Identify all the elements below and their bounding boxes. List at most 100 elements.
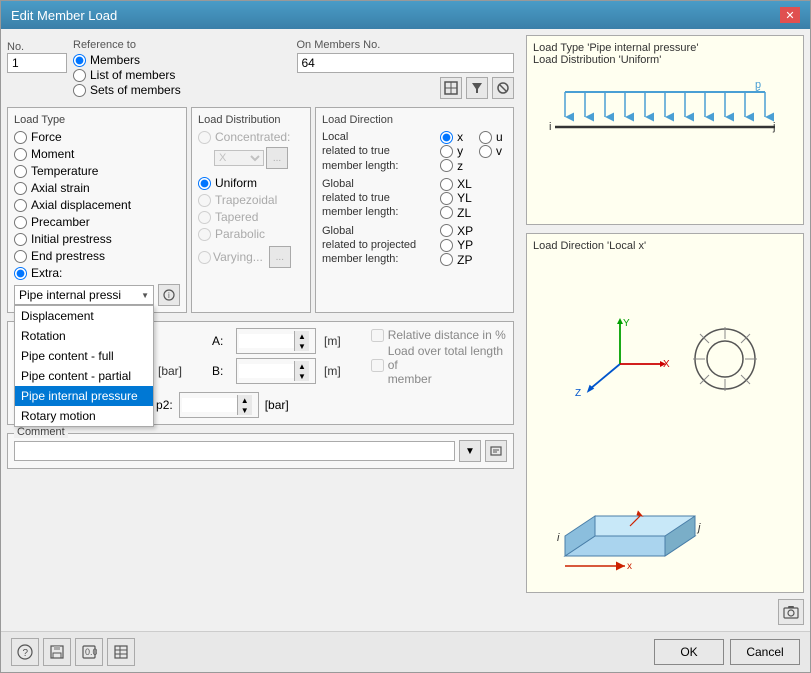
radio-moment[interactable] <box>14 148 27 161</box>
ok-button[interactable]: OK <box>654 639 724 665</box>
comment-dropdown-btn[interactable]: ▼ <box>459 440 481 462</box>
on-members-label: On Members No. <box>297 39 515 51</box>
extra-dropdown-display[interactable]: Pipe internal pressi ▼ <box>14 285 154 305</box>
radio-force[interactable] <box>14 131 27 144</box>
radio-dir-y[interactable] <box>440 145 453 158</box>
ltype-axial-strain-label: Axial strain <box>31 181 90 195</box>
relative-distance-check <box>371 329 384 342</box>
radio-temperature[interactable] <box>14 165 27 178</box>
radio-dir-z[interactable] <box>440 159 453 172</box>
extra-info-btn[interactable]: i <box>158 284 180 306</box>
preview-line1: Load Type 'Pipe internal pressure' <box>533 42 797 54</box>
table-btn[interactable] <box>107 638 135 666</box>
b-down-arrow[interactable]: ▼ <box>295 371 309 381</box>
a-input[interactable] <box>239 334 294 348</box>
ltype-temperature-label: Temperature <box>31 164 98 178</box>
a-down-arrow[interactable]: ▼ <box>295 341 309 351</box>
radio-dir-u[interactable] <box>479 131 492 144</box>
svg-text:?: ? <box>23 648 29 659</box>
ltype-precamber-label: Precamber <box>31 215 90 229</box>
dir-x-label: x <box>457 130 463 144</box>
extra-dropdown-value: Pipe internal pressi <box>19 288 121 302</box>
radio-end-prestress[interactable] <box>14 250 27 263</box>
on-members-input[interactable] <box>297 53 515 73</box>
ldist-uniform-label: Uniform <box>215 176 257 190</box>
b-up-arrow[interactable]: ▲ <box>295 361 309 371</box>
radio-dir-yl[interactable] <box>440 192 453 205</box>
radio-axial-strain[interactable] <box>14 182 27 195</box>
preview-line2: Load Distribution 'Uniform' <box>533 54 797 66</box>
dropdown-item-displacement[interactable]: Displacement <box>15 306 153 326</box>
edit-member-load-dialog: Edit Member Load ✕ No. Reference to Memb… <box>0 0 811 673</box>
dropdown-item-pipe-full[interactable]: Pipe content - full <box>15 346 153 366</box>
dropdown-item-pipe-internal[interactable]: Pipe internal pressure <box>15 386 153 406</box>
member-filter-btn[interactable] <box>466 77 488 99</box>
svg-text:x: x <box>627 561 632 572</box>
global-true-label: Globalrelated to truemember length: <box>322 177 434 220</box>
radio-uniform[interactable] <box>198 177 211 190</box>
a-up-arrow[interactable]: ▲ <box>295 331 309 341</box>
dir-v-label: v <box>496 144 502 158</box>
dir-zl-label: ZL <box>457 206 471 220</box>
ldist-concentrated-label: Concentrated: <box>215 130 290 144</box>
member-select-btn[interactable] <box>440 77 462 99</box>
load-type-title: Load Type <box>14 114 180 126</box>
axis-diagram-svg: Z Y X <box>565 314 675 404</box>
p2-bottom-input[interactable] <box>182 398 237 412</box>
radio-sets-members[interactable] <box>73 84 86 97</box>
cancel-button[interactable]: Cancel <box>730 639 800 665</box>
load-total-label: Load over total length ofmember <box>388 344 507 386</box>
svg-text:X: X <box>663 359 670 370</box>
dropdown-item-rotary-motion[interactable]: Rotary motion <box>15 406 153 426</box>
radio-axial-displacement[interactable] <box>14 199 27 212</box>
close-button[interactable]: ✕ <box>780 7 800 23</box>
radio-dir-xp[interactable] <box>440 224 453 237</box>
ldist-trapezoidal-label: Trapezoidal <box>215 193 277 207</box>
svg-text:i: i <box>557 532 560 544</box>
calc-btn[interactable]: 0.0 <box>75 638 103 666</box>
p2b-down-arrow[interactable]: ▼ <box>238 405 252 415</box>
concentrated-info-btn: ... <box>266 147 288 169</box>
screenshot-btn[interactable] <box>778 599 804 625</box>
radio-list-members[interactable] <box>73 69 86 82</box>
save-btn[interactable] <box>43 638 71 666</box>
a-spinbox: ▲ ▼ <box>236 328 316 354</box>
p2b-up-arrow[interactable]: ▲ <box>238 395 252 405</box>
radio-dir-yp[interactable] <box>440 239 453 252</box>
ltype-moment-label: Moment <box>31 147 74 161</box>
radio-dir-v[interactable] <box>479 145 492 158</box>
svg-text:Y: Y <box>623 318 630 329</box>
radio-dir-zl[interactable] <box>440 206 453 219</box>
radio-members[interactable] <box>73 54 86 67</box>
relative-distance-label: Relative distance in % <box>388 328 506 342</box>
dropdown-item-pipe-partial[interactable]: Pipe content - partial <box>15 366 153 386</box>
dir-z-label: z <box>457 159 463 173</box>
member-clear-btn[interactable] <box>492 77 514 99</box>
dir-zp-label: ZP <box>457 253 472 267</box>
ldist-parabolic-label: Parabolic <box>215 227 265 241</box>
extra-dropdown-menu: Displacement Rotation Pipe content - ful… <box>14 305 154 427</box>
dir-preview-box: Load Direction 'Local x' <box>526 233 804 593</box>
dir-xl-label: XL <box>457 177 472 191</box>
cross-section-diagram-svg <box>685 319 765 399</box>
radio-dir-zp[interactable] <box>440 253 453 266</box>
radio-precamber[interactable] <box>14 216 27 229</box>
varying-btn: ... <box>269 246 291 268</box>
b-unit: [m] <box>324 364 341 378</box>
b-input[interactable] <box>239 364 294 378</box>
concentrated-axis-select: X <box>214 150 264 166</box>
extra-dropdown-container: Pipe internal pressi ▼ Displacement Rota… <box>14 285 154 305</box>
help-btn[interactable]: ? <box>11 638 39 666</box>
radio-extra[interactable] <box>14 267 27 280</box>
beam-diagram-svg: p i j <box>545 72 785 172</box>
radio-dir-x[interactable] <box>440 131 453 144</box>
b-spinbox: ▲ ▼ <box>236 358 316 384</box>
dropdown-item-rotation[interactable]: Rotation <box>15 326 153 346</box>
no-input[interactable] <box>7 53 67 73</box>
comment-library-btn[interactable] <box>485 440 507 462</box>
comment-input[interactable] <box>14 441 455 461</box>
ltype-initial-prestress-label: Initial prestress <box>31 232 112 246</box>
local-label: Localrelated to truemember length: <box>322 130 434 173</box>
radio-initial-prestress[interactable] <box>14 233 27 246</box>
radio-dir-xl[interactable] <box>440 178 453 191</box>
